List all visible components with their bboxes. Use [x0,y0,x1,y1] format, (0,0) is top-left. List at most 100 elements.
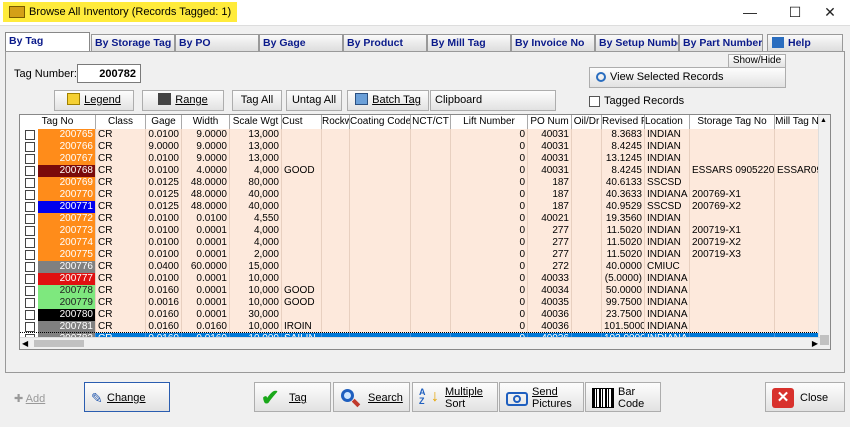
show-hide-button[interactable]: Show/Hide [728,54,786,68]
view-selected-records-button[interactable]: View Selected Records [589,67,786,88]
table-row[interactable]: 200781 CR 0.0160 0.0160 10,000 IROIN 0 40036 101… [20,321,820,333]
table-row[interactable]: 200766 CR 9.0000 9.0000 13,000 0 40031 8.4245 IN… [20,141,820,153]
col-nct-ct[interactable]: NCT/CT [411,115,451,129]
row-tag-checkbox[interactable] [25,214,35,224]
batch-tag-button[interactable]: Batch Tag [347,90,429,111]
col-width[interactable]: Width [182,115,230,129]
col-po-num[interactable]: PO Num [528,115,572,129]
row-tag-checkbox[interactable] [25,130,35,140]
table-row[interactable]: 200769 CR 0.0125 48.0000 80,000 0 187 40.6133 SS… [20,177,820,189]
col-scale-wgt[interactable]: Scale Wgt [230,115,282,129]
tagged-records-checkbox[interactable] [589,96,600,107]
row-tag-checkbox[interactable] [25,250,35,260]
scroll-left-icon[interactable]: ◀ [22,339,28,348]
cell-cust [282,273,322,285]
table-row[interactable]: 200770 CR 0.0125 48.0000 40,000 0 187 40.3633 IN… [20,189,820,201]
row-tag-checkbox[interactable] [25,202,35,212]
row-tag-checkbox[interactable] [25,142,35,152]
col-mill-tag-no[interactable]: Mill Tag N [775,115,820,129]
row-tag-checkbox[interactable] [25,310,35,320]
scroll-up-icon[interactable]: ▲ [820,117,827,124]
change-button[interactable]: ✎ Change [84,382,170,412]
cell-revised: 11.5020 [602,225,645,237]
tab-by-part-number[interactable]: By Part Number [679,34,763,51]
col-rockwell[interactable]: Rockw [322,115,350,129]
table-row[interactable]: 200777 CR 0.0100 0.0001 10,000 0 40033 (5.0000)… [20,273,820,285]
col-oil-dry[interactable]: Oil/Dr [572,115,602,129]
search-button[interactable]: Search [333,382,410,412]
vertical-scrollbar[interactable]: ▲ [818,115,830,349]
send-pictures-button[interactable]: Send Pictures [499,382,584,412]
tag-number-input[interactable]: 200782 [77,64,141,83]
cell-mill-tag-no: ESSAR090 [775,165,820,177]
add-button[interactable]: ✚ Add [5,382,80,412]
row-tag-checkbox[interactable] [25,274,35,284]
horizontal-scrollbar[interactable]: ◀ ▶ [20,337,820,349]
range-button[interactable]: Range [142,90,224,111]
row-tag-checkbox[interactable] [25,154,35,164]
cell-lift-number: 0 [451,273,528,285]
tab-by-product[interactable]: By Product [343,34,427,51]
tab-by-po[interactable]: By PO [175,34,259,51]
hscroll-thumb[interactable] [34,340,84,347]
table-row[interactable]: 200779 CR 0.0016 0.0001 10,000 GOOD 0 40035 99.7… [20,297,820,309]
col-cust[interactable]: Cust [282,115,322,129]
col-lift-number[interactable]: Lift Number [451,115,528,129]
cell-rockwell [322,309,350,321]
tab-by-gage[interactable]: By Gage [259,34,343,51]
window-title-text: Browse All Inventory (Records Tagged: 1) [29,6,232,18]
clipboard-button[interactable]: Clipboard [430,90,556,111]
table-row[interactable]: 200767 CR 0.0100 9.0000 13,000 0 40031 13.1245 I… [20,153,820,165]
tab-by-storage-tag[interactable]: By Storage Tag [91,34,175,51]
col-revised[interactable]: Revised F [602,115,645,129]
legend-icon [67,93,81,105]
tab-by-mill-tag[interactable]: By Mill Tag [427,34,511,51]
tag-all-button[interactable]: Tag All [232,90,282,111]
table-row[interactable]: 200776 CR 0.0400 60.0000 15,000 0 272 40.0000 CM… [20,261,820,273]
inventory-grid[interactable]: Tag No Class Gage Width Scale Wgt Cust R… [19,114,831,350]
row-tag-checkbox[interactable] [25,190,35,200]
multiple-sort-button[interactable]: A Z ↓ Multiple Sort [412,382,498,412]
table-row[interactable]: 200765 CR 0.0100 9.0000 13,000 0 40031 8.3683 IN… [20,129,820,141]
col-tag-no[interactable]: Tag No [20,115,96,129]
row-tag-checkbox[interactable] [25,262,35,272]
cell-scale-wgt: 30,000 [230,309,282,321]
table-row[interactable]: 200780 CR 0.0160 0.0001 30,000 0 40036 23.7500 I… [20,309,820,321]
row-tag-checkbox[interactable] [25,298,35,308]
row-tag-checkbox[interactable] [25,166,35,176]
table-row[interactable]: 200773 CR 0.0100 0.0001 4,000 0 277 11.5020 INDI… [20,225,820,237]
cell-rockwell [322,189,350,201]
table-row[interactable]: 200772 CR 0.0100 0.0100 4,550 0 40021 19.3560 IN… [20,213,820,225]
table-row[interactable]: 200768 CR 0.0100 4.0000 4,000 GOOD 0 40031 8.424… [20,165,820,177]
row-tag-checkbox[interactable] [25,322,35,332]
legend-button[interactable]: Legend [54,90,134,111]
table-row[interactable]: 200771 CR 0.0125 48.0000 40,000 0 187 40.9529 SS… [20,201,820,213]
maximize-button[interactable]: ☐ [775,0,815,26]
tab-by-tag[interactable]: By Tag [5,32,90,52]
scroll-right-icon[interactable]: ▶ [812,339,818,348]
minimize-button[interactable]: — [730,0,770,26]
tab-by-setup-number[interactable]: By Setup Number [595,34,679,51]
table-row[interactable]: 200774 CR 0.0100 0.0001 4,000 0 277 11.5020 INDI… [20,237,820,249]
tab-by-invoice-no[interactable]: By Invoice No [511,34,595,51]
cell-location: SSCSD [645,177,690,189]
untag-all-button[interactable]: Untag All [286,90,342,111]
help-tab[interactable]: Help [767,34,843,51]
row-tag-checkbox[interactable] [25,286,35,296]
cell-class: CR [96,213,146,225]
col-gage[interactable]: Gage [146,115,182,129]
col-coating-code[interactable]: Coating Code [350,115,411,129]
table-row[interactable]: 200775 CR 0.0100 0.0001 2,000 0 277 11.5020 INDI… [20,249,820,261]
scroll-thumb[interactable] [820,335,829,345]
col-storage-tag-no[interactable]: Storage Tag No [690,115,775,129]
row-tag-checkbox[interactable] [25,226,35,236]
tag-button[interactable]: ✔ Tag [254,382,331,412]
table-row[interactable]: 200778 CR 0.0160 0.0001 10,000 GOOD 0 40034 50.0… [20,285,820,297]
col-location[interactable]: Location [645,115,690,129]
bar-code-button[interactable]: Bar Code [585,382,661,412]
col-class[interactable]: Class [96,115,146,129]
close-button[interactable]: ✕ Close [765,382,845,412]
close-window-button[interactable]: ✕ [810,0,850,26]
row-tag-checkbox[interactable] [25,238,35,248]
row-tag-checkbox[interactable] [25,178,35,188]
